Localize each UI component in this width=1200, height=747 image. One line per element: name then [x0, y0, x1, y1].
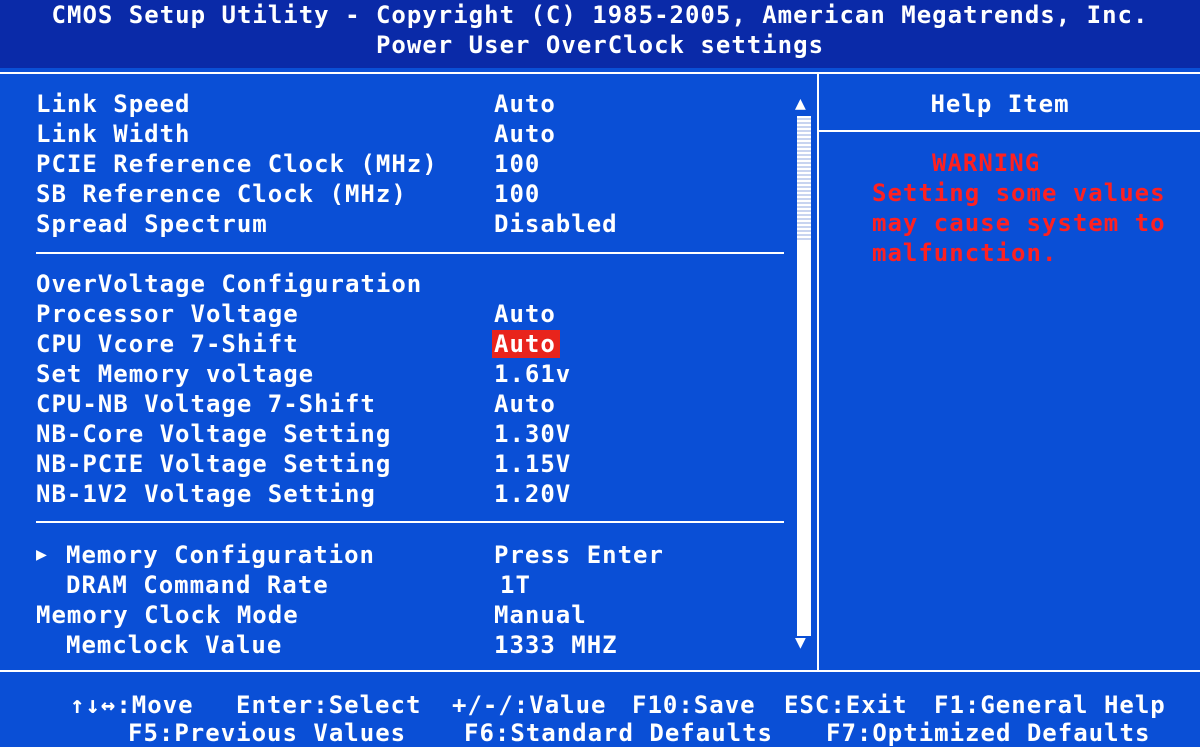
help-panel-title: Help Item [930, 90, 1070, 118]
scroll-up-icon[interactable]: ▲ [795, 95, 806, 113]
setting-label: CPU Vcore 7-Shift [36, 330, 299, 358]
key-hint-exit: ESC:Exit [784, 691, 908, 719]
help-warning-line: Setting some values [872, 179, 1166, 207]
selected-value-highlight[interactable]: Auto [492, 330, 560, 358]
setting-label: Memory Clock Mode [36, 601, 299, 629]
setting-value[interactable]: Auto [494, 299, 556, 329]
key-hint-move: ↑↓↔:Move [70, 691, 194, 719]
key-hint-value: +/-/:Value [452, 691, 607, 719]
setting-label: Memclock Value [66, 631, 283, 659]
setting-label: Link Width [36, 120, 191, 148]
selected-setting-value[interactable]: Auto [492, 329, 560, 359]
frame-divider [817, 72, 819, 672]
setting-label: Link Speed [36, 90, 191, 118]
setting-label: NB-Core Voltage Setting [36, 420, 392, 448]
page-subtitle: Power User OverClock settings [375, 31, 825, 59]
setting-label: NB-PCIE Voltage Setting [36, 450, 392, 478]
scrollbar-thumb[interactable] [797, 116, 811, 240]
frame-bottom [0, 670, 1200, 672]
key-hint-optimized-defaults: F7:Optimized Defaults [826, 719, 1151, 747]
setting-value[interactable]: Auto [494, 119, 556, 149]
setting-label: Spread Spectrum [36, 210, 268, 238]
submenu-arrow-icon: ▶ [36, 544, 48, 565]
setting-label: DRAM Command Rate [66, 571, 329, 599]
setting-value[interactable]: Auto [494, 89, 556, 119]
key-hint-save: F10:Save [632, 691, 756, 719]
setting-value[interactable]: Press Enter [494, 540, 664, 570]
key-hint-select: Enter:Select [236, 691, 422, 719]
section-divider-2 [36, 521, 784, 523]
setting-value[interactable]: Manual [494, 600, 587, 630]
frame-top [0, 72, 1200, 74]
setting-label: Set Memory voltage [36, 360, 315, 388]
key-hint-previous-values: F5:Previous Values [128, 719, 407, 747]
key-hint-help: F1:General Help [934, 691, 1166, 719]
setting-value[interactable]: 100 [494, 149, 540, 179]
overvoltage-section-heading: OverVoltage Configuration [36, 270, 423, 298]
key-hint-standard-defaults: F6:Standard Defaults [464, 719, 773, 747]
setting-value[interactable]: Disabled [494, 209, 618, 239]
setting-value[interactable]: Auto [494, 389, 556, 419]
setting-label: Memory Configuration [66, 541, 375, 569]
setting-value[interactable]: 1333 MHZ [494, 630, 618, 660]
setting-value[interactable]: 1T [500, 570, 531, 600]
setting-label: NB-1V2 Voltage Setting [36, 480, 376, 508]
setting-value[interactable]: 1.61v [494, 359, 571, 389]
setting-label: CPU-NB Voltage 7-Shift [36, 390, 376, 418]
window-title: CMOS Setup Utility - Copyright (C) 1985-… [51, 1, 1149, 29]
section-divider-1 [36, 252, 784, 254]
scroll-down-icon[interactable]: ▼ [795, 634, 806, 652]
help-warning-line: malfunction. [872, 239, 1058, 267]
help-title-divider [819, 130, 1200, 132]
setting-label: SB Reference Clock (MHz) [36, 180, 407, 208]
setting-label: PCIE Reference Clock (MHz) [36, 150, 438, 178]
setting-label: Processor Voltage [36, 300, 299, 328]
help-warning-line: may cause system to [872, 209, 1166, 237]
help-warning-title: WARNING [932, 149, 1041, 177]
setting-value[interactable]: 1.15V [494, 449, 571, 479]
setting-value[interactable]: 1.20V [494, 479, 571, 509]
setting-value[interactable]: 100 [494, 179, 540, 209]
setting-value[interactable]: 1.30V [494, 419, 571, 449]
